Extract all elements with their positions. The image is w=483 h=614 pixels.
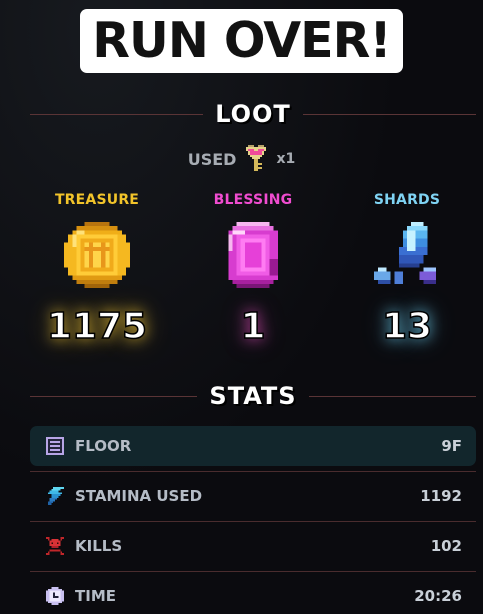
stats-list: FLOOR 9F STAMINA USED 1192 KILLS 102 TIM… (30, 426, 476, 614)
skull-crossbones-icon (46, 537, 64, 555)
row-divider (30, 571, 476, 572)
stat-row-stamina: STAMINA USED 1192 (30, 476, 476, 522)
loot-section-header: LOOT (30, 99, 476, 129)
stat-label: KILLS (75, 537, 123, 555)
loot-heading: LOOT (215, 100, 291, 128)
treasure-label: TREASURE (54, 192, 140, 208)
stat-label: STAMINA USED (75, 487, 203, 505)
clock-icon (46, 587, 64, 605)
floor-icon (46, 437, 64, 455)
stat-value: 102 (430, 537, 462, 555)
used-items-row: USED x1 (0, 145, 483, 173)
pink-gem-icon (228, 222, 278, 288)
stat-value: 20:26 (414, 587, 462, 605)
loot-treasure: TREASURE 1175 (17, 192, 177, 348)
stats-heading: STATS (209, 382, 297, 410)
divider-line-left (30, 395, 198, 397)
shards-label: SHARDS (373, 192, 441, 208)
divider-line-left (30, 113, 204, 115)
blessing-label: BLESSING (213, 192, 293, 208)
row-divider (30, 521, 476, 522)
loot-blessing: BLESSING 1 (173, 192, 333, 348)
page-title: RUN OVER! (83, 12, 400, 70)
treasure-value: 1175 (46, 305, 148, 348)
heart-key-icon (246, 145, 267, 171)
stat-row-kills: KILLS 102 (30, 526, 476, 572)
stat-row-time: TIME 20:26 (30, 576, 476, 614)
divider-line-right (302, 113, 476, 115)
shards-value: 13 (381, 305, 433, 348)
row-divider (30, 471, 476, 472)
stats-section-header: STATS (30, 381, 477, 411)
blessing-value: 1 (240, 305, 267, 348)
used-label: USED (187, 149, 237, 169)
stat-label: TIME (75, 587, 116, 605)
stat-label: FLOOR (75, 437, 132, 455)
stat-value: 1192 (420, 487, 462, 505)
blue-crystal-shards-icon (374, 222, 436, 284)
stat-value: 9F (441, 437, 462, 455)
used-count: x1 (276, 151, 296, 167)
lightning-icon (47, 487, 64, 505)
title-container: RUN OVER! (0, 12, 483, 70)
gold-coin-icon (64, 222, 130, 288)
divider-line-right (308, 395, 477, 397)
stat-row-floor: FLOOR 9F (30, 426, 476, 472)
loot-shards: SHARDS 13 (327, 192, 483, 348)
run-over-screen: RUN OVER! LOOT USED x1 TREASURE 1175 BLE… (0, 0, 483, 614)
